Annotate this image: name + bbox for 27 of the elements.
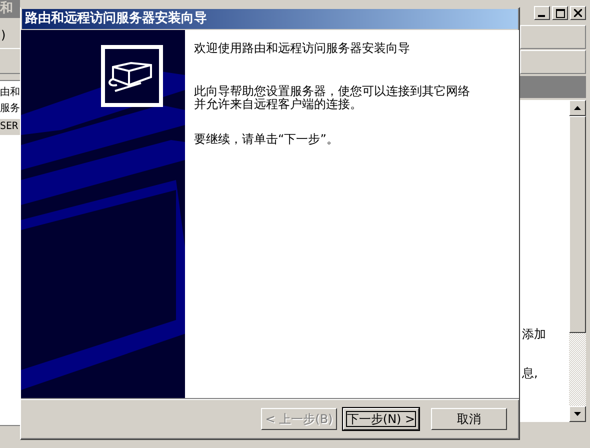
maximize-button[interactable] <box>552 6 568 20</box>
down-arrow-icon <box>574 412 581 416</box>
minimize-button[interactable] <box>534 6 550 20</box>
menu-item[interactable]: ) <box>0 22 20 48</box>
scrollbar[interactable] <box>569 100 586 422</box>
description-text: 息, <box>521 365 539 382</box>
window-title: 和 <box>0 0 20 18</box>
cable-box-icon <box>101 45 163 107</box>
tree-item[interactable]: 由和 <box>0 85 20 101</box>
scroll-thumb[interactable] <box>569 116 586 333</box>
maximize-icon <box>556 8 564 18</box>
close-button[interactable] <box>570 6 586 20</box>
instruction-text: 并允许来自远程客户端的连接。 <box>194 98 362 111</box>
scroll-down-button[interactable] <box>569 406 586 422</box>
wizard-heading: 欢迎使用路由和远程访问服务器安装向导 <box>194 40 411 57</box>
dialog-title: 路由和远程访问服务器安装向导 <box>22 9 518 29</box>
tree-item[interactable]: 服务 <box>0 101 20 117</box>
pane-header <box>520 76 586 98</box>
instruction-text: 要继续，请单击“下一步”。 <box>194 133 338 146</box>
scroll-up-button[interactable] <box>569 100 586 116</box>
up-arrow-icon <box>574 106 581 110</box>
description-text: 添加 <box>521 326 547 343</box>
cancel-button[interactable]: 取消 <box>431 408 507 430</box>
next-button[interactable]: 下一步(N) > <box>343 408 419 430</box>
instruction-text: 此向导帮助您设置服务器，使您可以连接到其它网络 <box>194 85 470 98</box>
close-icon <box>574 9 582 17</box>
tree-item[interactable]: SER <box>0 119 20 135</box>
